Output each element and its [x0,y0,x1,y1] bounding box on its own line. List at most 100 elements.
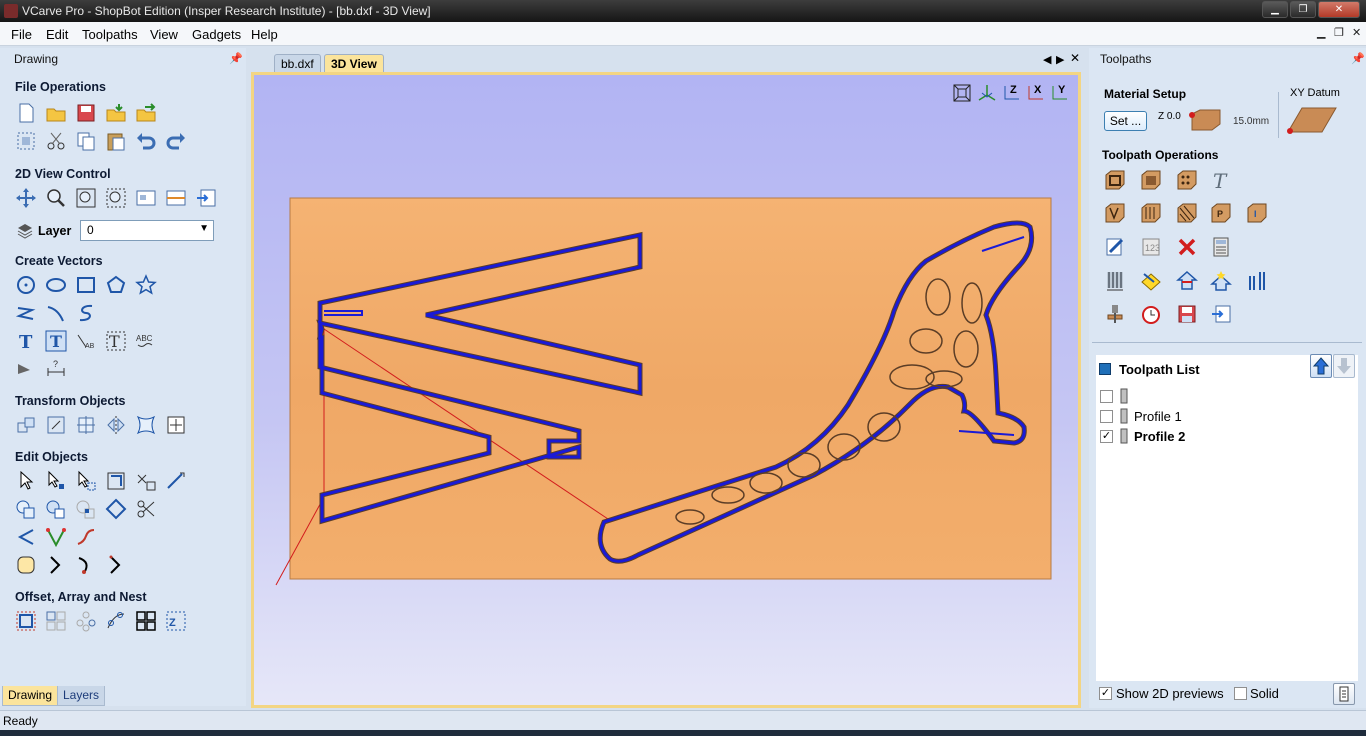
measure-tool-icon[interactable] [165,470,187,492]
dimension-icon[interactable] [15,358,37,380]
subtract-icon[interactable] [45,498,67,520]
minimize-button[interactable]: ▁ [1262,1,1288,18]
redo-icon[interactable] [165,130,187,152]
view-3d-icon[interactable] [195,187,217,209]
close-vectors-icon[interactable] [75,526,97,548]
toolpath-1-label[interactable]: Profile 1 [1134,409,1182,424]
maximize-button[interactable]: ❐ [1290,1,1316,18]
close-document-icon[interactable]: ✕ [1070,51,1080,65]
zoom-extents-icon[interactable] [75,187,97,209]
import-file-icon[interactable] [105,102,127,124]
set-origin-icon[interactable] [165,414,187,436]
cut-icon[interactable] [45,130,67,152]
menu-edit[interactable]: Edit [46,27,68,42]
draw-arc-icon[interactable] [45,302,67,324]
calculator-icon[interactable] [1210,236,1232,258]
menu-file[interactable]: File [11,27,32,42]
join-vectors-icon[interactable] [45,526,67,548]
toolpath-2-label[interactable]: Profile 2 [1134,429,1185,444]
tab-bb-dxf[interactable]: bb.dxf [274,54,321,74]
extend-arrow-icon[interactable] [105,554,127,576]
3d-view-canvas[interactable]: Z X Y [251,72,1081,708]
tab-drawing[interactable]: Drawing [2,686,59,706]
move-up-button[interactable] [1310,354,1332,378]
mirror-icon[interactable] [105,414,127,436]
tool-holder-icon[interactable] [1104,303,1126,325]
merge-toolpaths-icon[interactable] [1246,270,1268,292]
draw-curve-icon[interactable] [75,302,97,324]
mdi-minimize-icon[interactable]: ▁ [1317,26,1325,39]
draw-star-icon[interactable] [135,274,157,296]
offset-icon[interactable] [15,610,37,632]
distort-icon[interactable] [135,414,157,436]
menu-toolpaths[interactable]: Toolpaths [82,27,138,42]
toolpath-2-checkbox[interactable]: ✓ [1100,430,1113,443]
select-icon[interactable] [15,470,37,492]
close-button[interactable]: ✕ [1318,1,1360,18]
pan-icon[interactable] [15,187,37,209]
weld-icon[interactable] [15,498,37,520]
text-arc-icon[interactable]: T [105,330,127,352]
move-icon[interactable] [15,414,37,436]
copy-icon[interactable] [75,130,97,152]
tab-scroll-left-icon[interactable]: ◀ [1043,53,1051,66]
draw-ellipse-icon[interactable] [45,274,67,296]
move-down-button[interactable] [1333,354,1355,378]
draw-rectangle-icon[interactable] [75,274,97,296]
profile-toolpath-icon[interactable] [1104,169,1126,191]
select-all-icon[interactable] [15,130,37,152]
prism-toolpath-icon[interactable]: P [1210,202,1232,224]
new-file-icon[interactable] [15,102,37,124]
tool-database-icon[interactable] [1104,270,1126,292]
menu-gadgets[interactable]: Gadgets [192,27,241,42]
text-on-curve-icon[interactable]: AB [75,330,97,352]
interactive-trim-icon[interactable] [105,470,127,492]
fillet-icon[interactable] [105,498,127,520]
measure-icon[interactable]: ? [45,358,67,380]
menu-help[interactable]: Help [251,27,278,42]
export-file-icon[interactable] [135,102,157,124]
mdi-close-icon[interactable]: ✕ [1352,26,1361,39]
auto-text-icon[interactable]: T [45,330,67,352]
vcarve-toolpath-icon[interactable]: T [1210,169,1232,193]
tab-layers[interactable]: Layers [57,686,106,706]
preview-toolpath-icon[interactable] [1140,270,1162,292]
drilling-toolpath-icon[interactable] [1176,169,1198,191]
scale-icon[interactable] [75,414,97,436]
fluting-toolpath-icon[interactable] [1140,202,1162,224]
extend-curve-icon[interactable] [75,554,97,576]
node-edit-icon[interactable] [45,470,67,492]
menu-view[interactable]: View [150,27,178,42]
solid-checkbox[interactable] [1234,687,1247,700]
mdi-restore-icon[interactable]: ❐ [1334,26,1344,39]
undo-icon[interactable] [135,130,157,152]
draw-polyline-icon[interactable] [15,302,37,324]
view-both-icon[interactable] [165,187,187,209]
draw-text-icon[interactable]: T [15,330,37,353]
pocket-toolpath-icon[interactable] [1140,169,1162,191]
texture-toolpath-icon[interactable] [1176,202,1198,224]
draw-circle-icon[interactable] [15,274,37,296]
nesting-tool-icon[interactable]: Z [165,610,187,632]
scissors-icon[interactable] [135,498,157,520]
vcarve-engrave-icon[interactable] [1104,202,1126,224]
open-file-icon[interactable] [45,102,67,124]
toolpaths-pin-icon[interactable]: 📌 [1351,52,1365,65]
delete-toolpath-icon[interactable] [1176,236,1198,258]
smooth-icon[interactable] [15,554,37,576]
inlay-toolpath-icon[interactable]: I [1246,202,1268,224]
align-icon[interactable] [45,414,67,436]
spell-check-icon[interactable]: ABC [135,330,157,352]
save-template-icon[interactable] [1210,270,1232,292]
export-toolpath-icon[interactable] [1210,303,1232,325]
intersect-icon[interactable] [75,498,97,520]
zoom-icon[interactable] [45,187,67,209]
save-file-icon[interactable] [75,102,97,124]
toolpath-template-icon[interactable] [1176,270,1198,292]
zoom-selection-icon[interactable] [105,187,127,209]
toolpath-0-checkbox[interactable] [1100,390,1113,403]
time-estimate-icon[interactable] [1140,303,1162,325]
pin-icon[interactable]: 📌 [229,52,243,65]
tab-scroll-right-icon[interactable]: ▶ [1056,53,1064,66]
join-open-vectors-icon[interactable] [15,526,37,548]
